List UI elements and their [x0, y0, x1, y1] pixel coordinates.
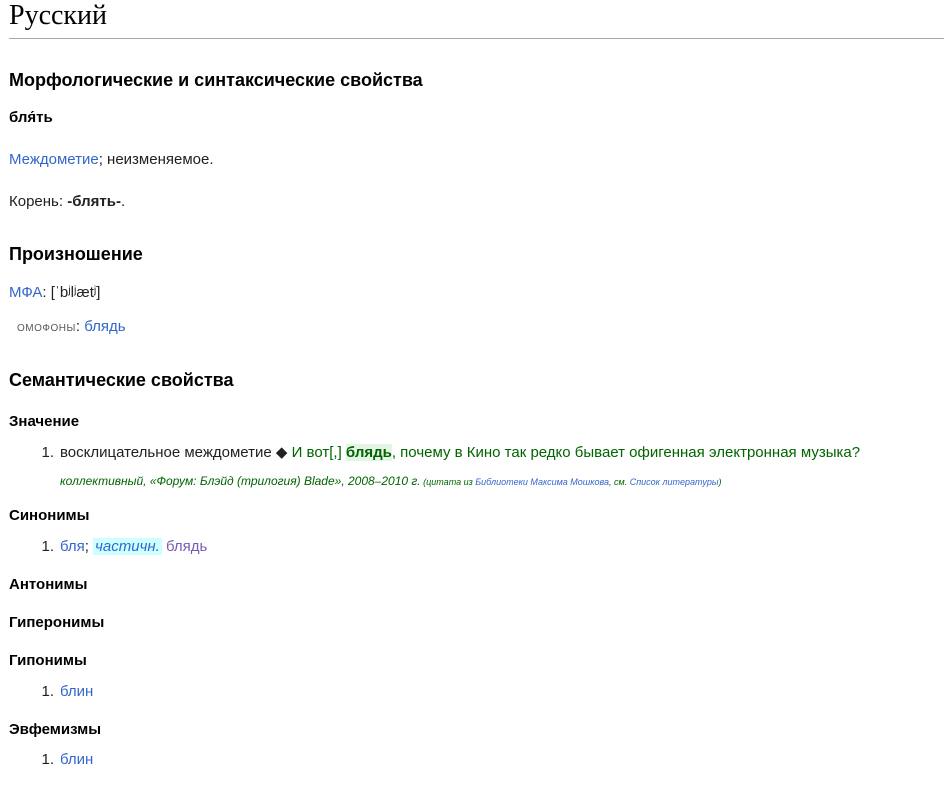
pronunciation-heading: Произношение	[9, 244, 143, 264]
semantic-heading: Семантические свойства	[9, 370, 234, 390]
ipa-value: [ˈbʲlʲætʲ]	[50, 284, 101, 301]
morphology-heading: Морфологические и синтаксические свойств…	[9, 70, 423, 90]
citation-mid: , см.	[609, 477, 630, 487]
homophones-line: омофоны: блядь	[17, 318, 126, 335]
synonyms-item-number: 1.	[41, 538, 54, 555]
homophones-label: омофоны	[17, 318, 76, 334]
hyponym-link-blin[interactable]: блин	[60, 683, 93, 700]
meaning-item: 1. восклицательное междометие ◆ И вот[,] …	[9, 443, 860, 461]
ipa-line: МФА: [ˈbʲlʲætʲ]	[9, 284, 100, 301]
citation-line: коллективный, «Форум: Блэйд (трилогия) B…	[60, 472, 721, 489]
citation-close: )	[718, 477, 722, 487]
synonyms-sep: ;	[84, 538, 94, 555]
citation-source: коллективный, «Форум: Блэйд (трилогия) B…	[60, 474, 421, 488]
synonyms-heading: Синонимы	[9, 507, 90, 524]
part-of-speech-rest: ; неизменяемое.	[98, 151, 214, 168]
hyponyms-item: 1. блин	[9, 683, 93, 700]
partial-label[interactable]: частичн.	[93, 538, 162, 555]
citation-note: (цитата из Библиотеки Максима Мошкова, с…	[420, 477, 722, 487]
meaning-definition: восклицательное междометие	[60, 444, 276, 461]
root-line: Корень: -блять-.	[9, 193, 125, 210]
citation-bibliography-link[interactable]: Список литературы	[630, 477, 719, 487]
ipa-link[interactable]: МФА	[9, 284, 42, 301]
meaning-item-number: 1.	[41, 444, 54, 461]
language-heading: Русский	[9, 0, 944, 39]
example-sentence: И вот[,] блядь, почему в Кино так редко …	[287, 444, 860, 461]
euphemisms-item: 1. блин	[9, 751, 93, 768]
citation-library-link[interactable]: Библиотеки Максима Мошкова	[475, 477, 609, 487]
homophones-link[interactable]: блядь	[84, 318, 125, 335]
hyponyms-heading: Гипонимы	[9, 652, 87, 669]
example-bold: блядь	[345, 444, 392, 461]
meaning-heading: Значение	[9, 413, 80, 430]
homophones-sep: :	[75, 318, 85, 335]
root-value: -блять-	[67, 193, 121, 210]
part-of-speech-line: Междометие; неизменяемое.	[9, 151, 214, 168]
synonym-link-blyad[interactable]: блядь	[166, 538, 207, 555]
synonyms-item: 1. бля; частичн. блядь	[9, 538, 207, 555]
antonyms-heading: Антонимы	[9, 576, 88, 593]
hypernyms-heading: Гиперонимы	[9, 614, 105, 631]
citation-open: (цитата из	[420, 477, 476, 487]
headword: бля́ть	[9, 109, 53, 126]
root-end: .	[120, 193, 126, 210]
article-content: Русский Морфологические и синтаксические…	[9, 0, 944, 768]
part-of-speech-link[interactable]: Междометие	[9, 151, 99, 168]
euphemisms-heading: Эвфемизмы	[9, 721, 102, 738]
example-pre: И вот[,]	[287, 444, 346, 461]
ipa-sep: :	[42, 284, 51, 301]
euphemism-link-blin[interactable]: блин	[60, 751, 93, 768]
example-post: , почему в Кино так редко бывает офигенн…	[391, 444, 861, 461]
euphemisms-item-number: 1.	[41, 751, 54, 768]
hyponyms-item-number: 1.	[41, 683, 54, 700]
diamond-icon: ◆	[275, 444, 288, 461]
root-label: Корень:	[9, 193, 68, 210]
synonym-link-blya[interactable]: бля	[60, 538, 85, 555]
